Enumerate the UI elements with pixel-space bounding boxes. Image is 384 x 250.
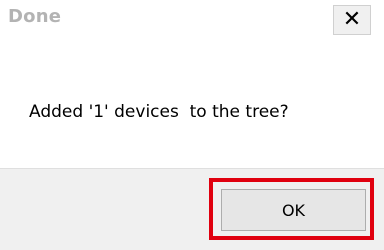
- dialog-message: Added '1' devices to the tree?: [29, 102, 289, 122]
- window-title: Done: [8, 6, 62, 27]
- message-dialog: Done ✕ Added '1' devices to the tree? OK: [0, 0, 384, 250]
- close-icon: ✕: [342, 7, 362, 32]
- close-button[interactable]: ✕: [333, 5, 371, 35]
- ok-button[interactable]: OK: [221, 189, 366, 231]
- title-bar: Done ✕: [0, 0, 384, 40]
